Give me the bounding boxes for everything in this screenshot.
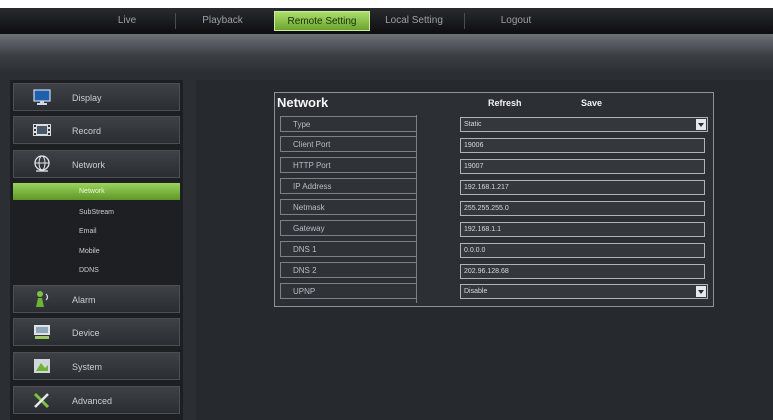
dns2-input[interactable]: 202.96.128.68 — [460, 264, 705, 279]
sidebar-subitem-network[interactable]: Network — [13, 183, 180, 200]
ip-address-input[interactable]: 192.168.1.217 — [460, 180, 705, 195]
sidebar-item-label: Device — [72, 328, 100, 338]
device-icon — [34, 325, 50, 339]
netmask-label: Netmask — [280, 199, 417, 215]
sidebar-item-label: Advanced — [72, 396, 113, 406]
header-band — [0, 34, 773, 72]
sidebar-item-advanced[interactable]: Advanced — [13, 386, 180, 414]
chevron-down-icon[interactable] — [696, 286, 706, 297]
dns2-label: DNS 2 — [280, 262, 417, 278]
tab-divider — [175, 13, 176, 29]
gateway-input[interactable]: 192.168.1.1 — [460, 222, 705, 237]
sidebar-item-network[interactable]: Network — [13, 150, 180, 178]
sidebar-item-record[interactable]: Record — [13, 116, 180, 144]
sidebar-item-display[interactable]: Display — [13, 83, 180, 111]
refresh-button[interactable]: Refresh — [488, 98, 522, 108]
sidebar-subitem-ddns[interactable]: DDNS — [13, 262, 180, 279]
film-icon — [33, 124, 51, 136]
tab-playback[interactable]: Playback — [180, 11, 265, 31]
http-port-label: HTTP Port — [280, 157, 417, 173]
ip-address-label: IP Address — [280, 178, 417, 194]
client-port-input[interactable]: 19006 — [460, 138, 705, 153]
monitor-icon — [33, 89, 51, 105]
system-icon — [34, 359, 50, 373]
sidebar-item-label: Record — [72, 126, 102, 136]
sidebar-subitem-email[interactable]: Email — [13, 223, 180, 240]
upnp-label: UPNP — [280, 283, 417, 299]
form-title: Network — [277, 95, 329, 110]
type-select[interactable]: Static — [460, 117, 708, 132]
sidebar-item-label: Network — [72, 160, 106, 170]
sidebar-item-label: Display — [72, 93, 102, 103]
tab-live[interactable]: Live — [98, 11, 156, 31]
client-port-label: Client Port — [280, 136, 417, 152]
upnp-value: Disable — [464, 288, 488, 295]
alarm-icon — [36, 291, 49, 307]
network-settings-form: Network Refresh Save Type Static Client … — [274, 92, 714, 307]
gateway-label: Gateway — [280, 220, 417, 236]
http-port-input[interactable]: 19007 — [460, 159, 705, 174]
type-label: Type — [280, 116, 417, 132]
sidebar-item-alarm[interactable]: Alarm — [13, 285, 180, 313]
tools-icon — [33, 392, 50, 409]
netmask-input[interactable]: 255.255.255.0 — [460, 201, 705, 216]
tab-divider — [464, 13, 465, 29]
top-nav-bar: Live Playback Remote Setting Local Setti… — [0, 8, 773, 34]
sidebar-item-label: System — [72, 362, 103, 372]
globe-icon — [34, 155, 50, 172]
upnp-select[interactable]: Disable — [460, 284, 708, 299]
save-button[interactable]: Save — [581, 98, 602, 108]
sidebar: Display Record Network Network SubStream… — [10, 80, 183, 420]
dns1-input[interactable]: 0.0.0.0 — [460, 243, 705, 258]
tab-local-setting[interactable]: Local Setting — [371, 11, 457, 31]
sidebar-item-system[interactable]: System — [13, 352, 180, 380]
dns1-label: DNS 1 — [280, 241, 417, 257]
sidebar-item-label: Alarm — [72, 295, 96, 305]
tab-logout[interactable]: Logout — [476, 11, 556, 31]
sidebar-item-device[interactable]: Device — [13, 318, 180, 346]
chevron-down-icon[interactable] — [696, 119, 706, 130]
type-value: Static — [464, 121, 482, 128]
tab-remote-setting[interactable]: Remote Setting — [274, 11, 370, 31]
sidebar-subitem-mobile[interactable]: Mobile — [13, 243, 180, 260]
sidebar-subitem-substream[interactable]: SubStream — [13, 204, 180, 221]
